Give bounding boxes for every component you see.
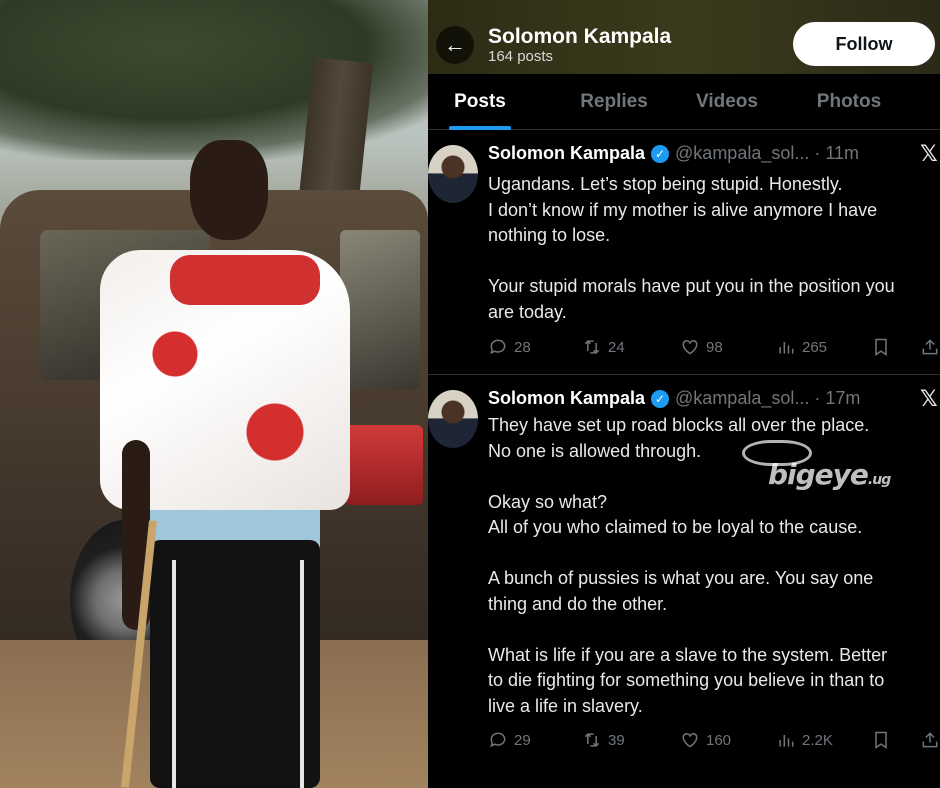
views-button[interactable]: 2.2K: [776, 730, 833, 750]
post-line: All of you who claimed to be loyal to th…: [488, 517, 863, 537]
like-count: 160: [706, 731, 732, 749]
bigeye-watermark: bigeye.ug: [738, 438, 891, 494]
post-header: Solomon Kampala ✓ @kampala_sol... · 11m: [488, 143, 859, 164]
post-header: Solomon Kampala ✓ @kampala_sol... · 17m: [488, 388, 860, 409]
post-handle-time[interactable]: @kampala_sol... · 17m: [675, 388, 860, 409]
post-line: thing and do the other.: [488, 593, 668, 614]
post-text: Ugandans. Let’s stop being stupid. Hones…: [488, 172, 940, 325]
reply-button[interactable]: 29: [488, 730, 531, 750]
reply-count: 29: [514, 731, 531, 749]
views-icon: [779, 735, 794, 747]
profile-tabs: Posts Replies Videos Photos: [428, 74, 940, 130]
x-profile-app: ← Solomon Kampala 164 posts Follow Posts…: [428, 0, 940, 788]
verified-badge-icon: ✓: [651, 144, 670, 163]
share-button[interactable]: [920, 730, 940, 750]
profile-name: Solomon Kampala: [488, 25, 672, 48]
like-button[interactable]: 160: [680, 730, 731, 750]
reply-icon: [490, 339, 506, 355]
share-icon: [922, 732, 938, 748]
post-line: I don’t know if my mother is alive anymo…: [488, 199, 878, 220]
post-line: They have set up road blocks all over th…: [488, 415, 870, 435]
tab-videos[interactable]: Videos: [696, 74, 758, 130]
tab-posts[interactable]: Posts: [428, 74, 532, 130]
share-icon: [922, 339, 938, 355]
profile-header: ← Solomon Kampala 164 posts Follow: [428, 0, 940, 74]
post-author[interactable]: Solomon Kampala: [488, 388, 645, 409]
post-actions: 28 24 98 265: [488, 335, 940, 359]
pants-stripe: [300, 560, 304, 788]
views-button[interactable]: 265: [776, 337, 827, 357]
x-logo-icon: 𝕏: [920, 141, 938, 166]
reply-count: 28: [514, 338, 531, 356]
back-button[interactable]: ←: [436, 26, 474, 64]
bookmark-button[interactable]: [871, 337, 891, 357]
repost-count: 39: [608, 731, 625, 749]
post-author[interactable]: Solomon Kampala: [488, 143, 645, 164]
arrow-left-icon: ←: [444, 32, 466, 57]
post-line: Your stupid morals have put you in the p…: [488, 276, 895, 296]
photo-panel: [0, 0, 428, 788]
repost-button[interactable]: 39: [582, 730, 625, 750]
post-line: are today.: [488, 301, 567, 322]
watermark-suffix: .ug: [867, 472, 891, 488]
heart-icon: [682, 732, 698, 748]
watermark-text: bigeye.ug: [768, 458, 891, 491]
avatar[interactable]: [428, 390, 478, 448]
repost-button[interactable]: 24: [582, 337, 625, 357]
person-head: [190, 140, 268, 240]
heart-icon: [682, 339, 698, 355]
post-line: live a life in slavery.: [488, 695, 643, 716]
post-line: What is life if you are a slave to the s…: [488, 644, 888, 665]
like-button[interactable]: 98: [680, 337, 723, 357]
post-handle-time[interactable]: @kampala_sol... · 11m: [675, 143, 859, 164]
reply-button[interactable]: 28: [488, 337, 531, 357]
car-taillight: [345, 425, 423, 505]
avatar[interactable]: [428, 145, 478, 203]
bookmark-icon: [875, 338, 887, 356]
x-logo-icon: 𝕏: [920, 386, 938, 411]
post-line: A bunch of pussies is what you are. You …: [488, 568, 874, 588]
view-count: 265: [802, 338, 828, 356]
bookmark-icon: [875, 731, 887, 749]
reply-icon: [490, 732, 506, 748]
pants-stripe: [172, 560, 176, 788]
repost-count: 24: [608, 338, 625, 356]
post-card[interactable]: Solomon Kampala ✓ @kampala_sol... · 11m …: [428, 131, 940, 375]
repost-icon: [584, 340, 600, 354]
share-button[interactable]: [920, 337, 940, 357]
like-count: 98: [706, 338, 723, 356]
post-line: to die fighting for something you believ…: [488, 670, 885, 690]
post-line: nothing to lose.: [488, 225, 611, 245]
watermark-main: bigeye: [768, 458, 869, 491]
post-count: 164 posts: [488, 48, 554, 65]
views-icon: [779, 342, 794, 354]
car-rear-window: [340, 230, 420, 390]
bookmark-button[interactable]: [871, 730, 891, 750]
view-count: 2.2K: [802, 731, 833, 749]
post-line: Ugandans. Let’s stop being stupid. Hones…: [488, 174, 843, 194]
tab-replies[interactable]: Replies: [532, 74, 696, 130]
repost-icon: [584, 733, 600, 747]
tab-photos[interactable]: Photos: [758, 74, 940, 130]
post-actions: 29 39 160 2.2K: [488, 728, 940, 752]
verified-badge-icon: ✓: [651, 389, 670, 408]
follow-button[interactable]: Follow: [793, 22, 935, 66]
